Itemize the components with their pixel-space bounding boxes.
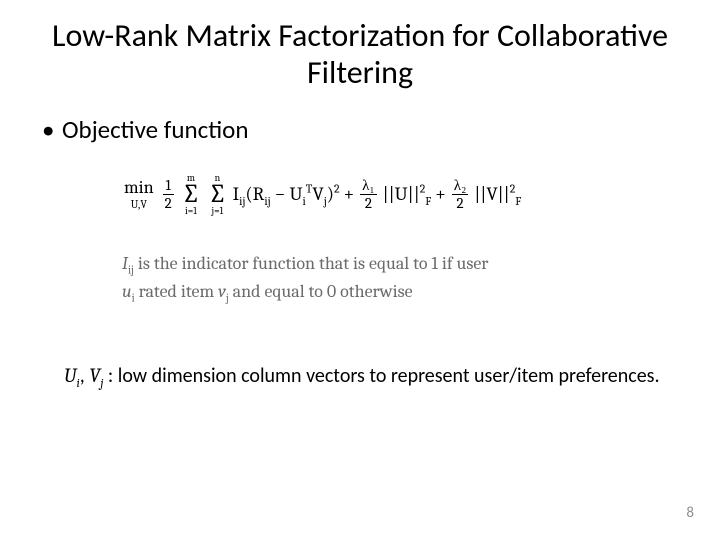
plus: + [435, 183, 446, 205]
sum-i: m ∑ i=1 [182, 173, 200, 216]
bullet-dot: • [42, 114, 62, 145]
l1-num: λ₁ [360, 178, 377, 193]
tok: i [303, 194, 306, 208]
tok: rated item [135, 281, 218, 302]
tok: , [80, 364, 90, 388]
tok: v [218, 281, 226, 302]
sum-j-bot: j=1 [212, 206, 224, 216]
bullet-text: Objective function [62, 114, 248, 145]
slide-title: Low-Rank Matrix Factorization for Collab… [36, 18, 684, 92]
tok: V [312, 183, 323, 205]
bullet-objective: •Objective function [36, 114, 684, 145]
v-norm: ||V||2F [474, 183, 521, 205]
l1-den: 2 [363, 196, 374, 211]
frac-lambda1: λ₁ 2 [360, 178, 377, 211]
tok: 2 [334, 182, 340, 196]
frac-lambda2: λ₂ 2 [452, 178, 469, 211]
l2-num: λ₂ [452, 178, 469, 193]
tok: ) [327, 183, 334, 205]
loss-term: Iij(Rij − UiTVj)2 [233, 183, 340, 205]
frac-half: 1 2 [163, 178, 174, 211]
u-norm: ||U||2F [383, 183, 432, 205]
tok: F [425, 194, 431, 208]
half-den: 2 [163, 196, 174, 211]
tok: is the indicator function that is equal … [134, 253, 489, 274]
slide: Low-Rank Matrix Factorization for Collab… [0, 0, 720, 540]
tok: − U [271, 183, 303, 205]
tok: V [89, 364, 100, 387]
indicator-description: Iij is the indicator function that is eq… [122, 250, 682, 306]
sum-j: n ∑ j=1 [208, 173, 226, 216]
sum-i-bot: i=1 [185, 206, 197, 216]
half-num: 1 [164, 178, 173, 193]
objective-equation: min U,V 1 2 m ∑ i=1 n ∑ j=1 Iij(Rij − Ui… [124, 173, 684, 216]
tok: : low dimension column vectors to repres… [103, 364, 659, 388]
tok: and equal to 0 otherwise [229, 281, 413, 302]
tok: ||V|| [474, 183, 509, 205]
tok: U [64, 364, 76, 387]
plus: + [344, 183, 355, 205]
tok: u [122, 281, 132, 302]
min-operator: min U,V [124, 179, 154, 210]
sigma-icon: ∑ [182, 183, 200, 206]
tok: F [515, 194, 521, 208]
sigma-icon: ∑ [208, 183, 226, 206]
l2-den: 2 [455, 196, 466, 211]
uv-caption: Ui, Vj : low dimension column vectors to… [64, 364, 684, 388]
page-number: 8 [686, 504, 694, 522]
tok: (R [245, 183, 264, 205]
min-sub: U,V [131, 199, 147, 210]
tok: ||U|| [383, 183, 420, 205]
min-text: min [124, 179, 154, 197]
